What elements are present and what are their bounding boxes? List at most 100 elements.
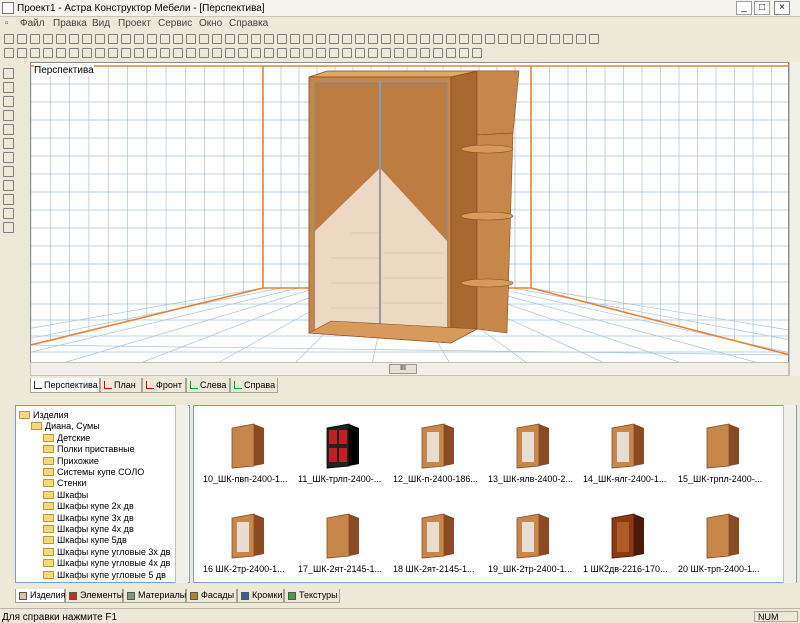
tool-button-2[interactable]	[3, 82, 14, 93]
toolbar1-button-16[interactable]	[199, 34, 209, 44]
toolbar2-button-9[interactable]	[108, 48, 118, 58]
toolbar1-button-14[interactable]	[173, 34, 183, 44]
tree-scrollbar[interactable]	[175, 405, 188, 583]
toolbar1-button-23[interactable]	[290, 34, 300, 44]
tool-button-11[interactable]	[3, 208, 14, 219]
tab-perspective[interactable]: Перспектива	[30, 378, 100, 393]
toolbar1-button-18[interactable]	[225, 34, 235, 44]
toolbar2-button-3[interactable]	[30, 48, 40, 58]
tab-right[interactable]: Справа	[230, 378, 278, 393]
toolbar2-button-25[interactable]	[316, 48, 326, 58]
toolbar2-button-24[interactable]	[303, 48, 313, 58]
tool-button-1[interactable]	[3, 68, 14, 79]
tree-item[interactable]: Диана, Сумы	[31, 421, 100, 432]
menu-file[interactable]: Файл	[20, 18, 45, 29]
toolbar1-button-44[interactable]	[563, 34, 573, 44]
toolbar1-button-42[interactable]	[537, 34, 547, 44]
toolbar2-button-30[interactable]	[381, 48, 391, 58]
toolbar1-button-5[interactable]	[56, 34, 66, 44]
toolbar1-button-12[interactable]	[147, 34, 157, 44]
horizontal-scrollbar[interactable]: III	[30, 362, 789, 376]
catalog-item[interactable]: 13_ШК-ялв-2400-2...	[483, 414, 578, 502]
tree-item[interactable]: Шкафы купе 5дв	[43, 535, 127, 546]
toolbar2-button-19[interactable]	[238, 48, 248, 58]
tab-plan[interactable]: План	[100, 378, 142, 393]
toolbar1-button-21[interactable]	[264, 34, 274, 44]
toolbar2-button-6[interactable]	[69, 48, 79, 58]
toolbar1-button-24[interactable]	[303, 34, 313, 44]
toolbar2-button-35[interactable]	[446, 48, 456, 58]
toolbar1-button-27[interactable]	[342, 34, 352, 44]
toolbar1-button-20[interactable]	[251, 34, 261, 44]
menu-edit[interactable]: Правка	[53, 18, 87, 29]
toolbar1-button-41[interactable]	[524, 34, 534, 44]
toolbar2-button-37[interactable]	[472, 48, 482, 58]
toolbar1-button-3[interactable]	[30, 34, 40, 44]
tab-materials[interactable]: Материалы	[123, 589, 186, 603]
toolbar1-button-26[interactable]	[329, 34, 339, 44]
toolbar2-button-34[interactable]	[433, 48, 443, 58]
grid-scrollbar[interactable]	[783, 405, 796, 583]
toolbar1-button-32[interactable]	[407, 34, 417, 44]
catalog-item[interactable]: 17_ШК-2ят-2145-1...	[293, 504, 388, 582]
toolbar1-button-4[interactable]	[43, 34, 53, 44]
catalog-item[interactable]: 14_ШК-ялг-2400-1...	[578, 414, 673, 502]
toolbar2-button-8[interactable]	[95, 48, 105, 58]
tool-button-9[interactable]	[3, 180, 14, 191]
toolbar2-button-11[interactable]	[134, 48, 144, 58]
tree-item[interactable]: Прихожие	[43, 456, 99, 467]
tab-left[interactable]: Слева	[186, 378, 230, 393]
toolbar1-button-2[interactable]	[17, 34, 27, 44]
toolbar2-button-33[interactable]	[420, 48, 430, 58]
toolbar2-button-26[interactable]	[329, 48, 339, 58]
tool-button-8[interactable]	[3, 166, 14, 177]
perspective-viewport[interactable]: Перспектива	[30, 62, 789, 376]
tree-item[interactable]: Шкафы купе 4х дв	[43, 524, 134, 535]
minimize-button[interactable]: _	[736, 1, 752, 15]
toolbar2-button-32[interactable]	[407, 48, 417, 58]
toolbar2-button-15[interactable]	[186, 48, 196, 58]
toolbar1-button-29[interactable]	[368, 34, 378, 44]
tool-button-5[interactable]	[3, 124, 14, 135]
menu-window[interactable]: Окно	[199, 18, 222, 29]
toolbar1-button-45[interactable]	[576, 34, 586, 44]
catalog-item[interactable]: 19_ШК-2тр-2400-1...	[483, 504, 578, 582]
toolbar1-button-7[interactable]	[82, 34, 92, 44]
toolbar2-button-16[interactable]	[199, 48, 209, 58]
menu-help[interactable]: Справка	[229, 18, 268, 29]
toolbar2-button-2[interactable]	[17, 48, 27, 58]
toolbar1-button-46[interactable]	[589, 34, 599, 44]
catalog-item[interactable]: 15_ШК-трпл-2400-...	[673, 414, 768, 502]
toolbar1-button-33[interactable]	[420, 34, 430, 44]
toolbar1-button-1[interactable]	[4, 34, 14, 44]
toolbar2-button-29[interactable]	[368, 48, 378, 58]
toolbar1-button-9[interactable]	[108, 34, 118, 44]
tab-edges[interactable]: Кромки	[237, 589, 284, 603]
toolbar2-button-14[interactable]	[173, 48, 183, 58]
tool-button-7[interactable]	[3, 152, 14, 163]
tab-front[interactable]: Фронт	[142, 378, 186, 393]
tree-item[interactable]: Полки приставные	[43, 444, 135, 455]
toolbar1-button-35[interactable]	[446, 34, 456, 44]
toolbar2-button-10[interactable]	[121, 48, 131, 58]
toolbar1-button-39[interactable]	[498, 34, 508, 44]
toolbar2-button-27[interactable]	[342, 48, 352, 58]
catalog-item[interactable]: 12_ШК-п-2400-186...	[388, 414, 483, 502]
catalog-item[interactable]: 16 ШК-2тр-2400-1...	[198, 504, 293, 582]
catalog-item[interactable]: 18 ШК-2ят-2145-1...	[388, 504, 483, 582]
toolbar1-button-36[interactable]	[459, 34, 469, 44]
tab-products[interactable]: Изделия	[15, 589, 66, 603]
scroll-thumb[interactable]: III	[389, 364, 417, 374]
toolbar2-button-17[interactable]	[212, 48, 222, 58]
tool-button-12[interactable]	[3, 222, 14, 233]
tree-item[interactable]: Системы купе СОЛО	[43, 467, 144, 478]
tool-button-6[interactable]	[3, 138, 14, 149]
toolbar1-button-40[interactable]	[511, 34, 521, 44]
tree-item[interactable]: Изделия	[19, 410, 69, 421]
toolbar1-button-8[interactable]	[95, 34, 105, 44]
toolbar1-button-25[interactable]	[316, 34, 326, 44]
menu-doc-icon[interactable]: ▫	[5, 18, 9, 29]
toolbar2-button-18[interactable]	[225, 48, 235, 58]
toolbar1-button-6[interactable]	[69, 34, 79, 44]
restore-button[interactable]: □	[754, 1, 770, 15]
